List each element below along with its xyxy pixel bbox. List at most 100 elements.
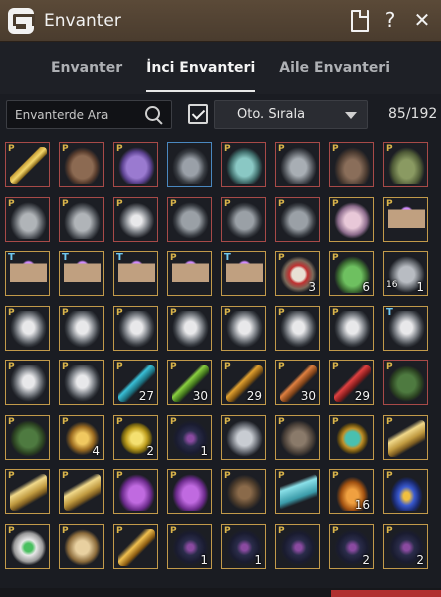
inventory-slot[interactable]: P [221,415,266,460]
premium-tag: P [62,144,69,154]
inventory-slot[interactable]: P [59,524,104,569]
inventory-slot[interactable]: P [5,306,50,351]
inventory-slot[interactable]: P1 [167,415,212,460]
inventory-slot[interactable]: P [383,197,428,242]
inventory-slot[interactable]: P [329,306,374,351]
inventory-slot[interactable]: P [59,197,104,242]
inventory-slot[interactable]: P [275,469,320,514]
inventory-slot[interactable]: P [275,142,320,187]
premium-tag: P [278,199,285,209]
inventory-slot[interactable]: P [275,524,320,569]
inventory-slot[interactable]: T [113,251,158,296]
inventory-slot[interactable]: T [383,306,428,351]
inventory-slot[interactable]: P [167,251,212,296]
tree-icon [388,311,425,348]
close-icon[interactable]: ✕ [411,8,433,32]
inventory-slot[interactable]: P [329,142,374,187]
flask-blue-icon [388,474,425,511]
inventory-slot[interactable]: P [113,197,158,242]
tab-inci-envanteri[interactable]: İnci Envanteri [134,42,267,94]
premium-tag: P [332,417,339,427]
item-count: 2 [146,444,154,458]
inventory-slot[interactable]: P [5,469,50,514]
premium-tag: P [386,362,393,372]
inventory-slot[interactable]: P [5,415,50,460]
inventory-slot[interactable]: P [221,469,266,514]
inventory-slot[interactable]: T [59,251,104,296]
search-icon[interactable] [145,106,163,124]
inventory-slot[interactable]: P [113,142,158,187]
inventory-slot[interactable]: P [5,524,50,569]
inventory-slot[interactable]: P [275,306,320,351]
inventory-slot[interactable]: P 29 [329,360,374,405]
window-titlebar[interactable]: Envanter ? ✕ [0,0,441,42]
inventory-slot[interactable]: P [113,524,158,569]
search-input[interactable] [15,107,143,122]
inventory-slot[interactable]: P3 [275,251,320,296]
inventory-slot[interactable]: P [329,415,374,460]
tree-icon [280,311,317,348]
inventory-slot[interactable]: P [5,142,50,187]
gauntlet-grey-icon [280,147,317,184]
inventory-slot[interactable]: P2 [383,524,428,569]
inventory-slot[interactable]: P 29 [221,360,266,405]
inventory-slot[interactable]: P [167,469,212,514]
tree-icon [10,365,47,402]
sort-dropdown-label: Oto. Sırala [237,107,306,122]
tab-aile-envanteri[interactable]: Aile Envanteri [267,42,402,94]
inventory-slot[interactable]: P [59,360,104,405]
inventory-slot[interactable]: P2 [113,415,158,460]
inventory-slot[interactable]: P [59,142,104,187]
inventory-slot[interactable]: P [167,197,212,242]
window-title: Envanter [44,10,121,31]
inventory-slot[interactable]: P [383,469,428,514]
help-icon[interactable]: ? [379,8,401,32]
inventory-slot[interactable]: P 16 [329,469,374,514]
tab-envanter[interactable]: Envanter [39,42,134,94]
premium-tag: P [386,144,393,154]
inventory-slot[interactable]: P [167,306,212,351]
item-count: 29 [246,389,262,403]
inventory-slot[interactable]: P [5,197,50,242]
inventory-slot[interactable]: P1 [167,524,212,569]
inventory-slot[interactable]: P4 [59,415,104,460]
inventory-slot[interactable]: P 30 [167,360,212,405]
sort-dropdown[interactable]: Oto. Sırala [214,100,368,129]
boots-green-icon [388,147,425,184]
document-icon[interactable] [347,8,369,32]
title-actions: ? ✕ [347,8,433,32]
inventory-slot[interactable]: P [5,360,50,405]
inventory-slot[interactable]: P [383,360,428,405]
tree-icon [226,311,263,348]
premium-tag: P [224,199,231,209]
inventory-slot[interactable]: P [275,197,320,242]
inventory-slot[interactable]: P [329,197,374,242]
inventory-slot[interactable]: P 27 [113,360,158,405]
auto-sort-checkbox[interactable] [188,104,208,124]
inventory-slot[interactable]: P [221,197,266,242]
inventory-slot[interactable]: T [221,251,266,296]
inventory-slot[interactable]: P [275,415,320,460]
item-count: 2 [416,553,424,567]
inventory-slot[interactable]: P [221,306,266,351]
inventory-slot[interactable]: P [59,469,104,514]
inventory-slot[interactable]: P6 [329,251,374,296]
inventory-slot[interactable]: 16 1 [383,251,428,296]
inventory-slot[interactable]: P1 [221,524,266,569]
inventory-slot[interactable]: P 30 [275,360,320,405]
inventory-slot[interactable]: P [221,142,266,187]
inventory-slot[interactable]: P2 [329,524,374,569]
inventory-slot[interactable]: P [59,306,104,351]
premium-tag: P [386,526,393,536]
premium-tag: P [170,253,177,263]
inventory-slot[interactable]: P [383,415,428,460]
premium-tag: P [332,199,339,209]
inventory-tabs: Envanter İnci Envanteri Aile Envanteri [0,42,441,94]
inventory-slot[interactable] [167,142,212,187]
inventory-slot[interactable]: T [5,251,50,296]
inventory-slot[interactable]: P [113,469,158,514]
premium-tag: P [8,526,15,536]
inventory-slot[interactable]: P [113,306,158,351]
cart-icon [280,420,317,457]
inventory-slot[interactable]: P [383,142,428,187]
